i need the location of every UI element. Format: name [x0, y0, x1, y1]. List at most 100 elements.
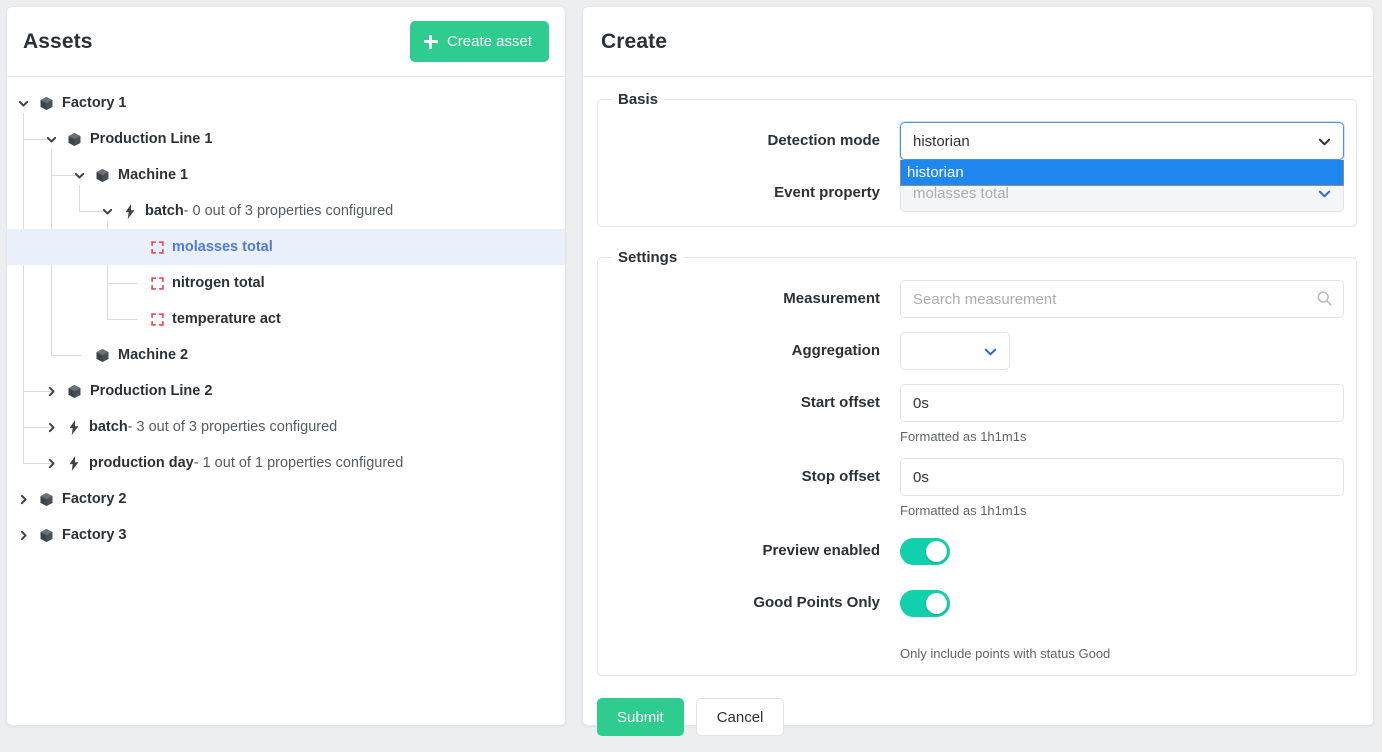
chevron-down-icon[interactable] [15, 95, 31, 111]
good-points-only-label: Good Points Only [753, 594, 880, 611]
asset-tree: Factory 1 Production Line 1 Machine 1 batch… [7, 77, 565, 725]
chevron-right-icon[interactable] [15, 491, 31, 507]
cube-icon [67, 384, 82, 399]
bolt-icon [67, 419, 81, 435]
tree-node-nitrogen[interactable]: nitrogen total [7, 265, 565, 301]
cancel-button[interactable]: Cancel [695, 698, 785, 736]
measurement-label: Measurement [783, 290, 880, 307]
good-points-only-toggle[interactable] [900, 590, 950, 617]
detection-mode-value: historian [913, 132, 970, 150]
tree-node-label: Machine 2 [118, 347, 189, 363]
tree-node-label: Factory 2 [62, 491, 127, 507]
event-property-value: molasses total [913, 184, 1009, 202]
start-offset-label: Start offset [800, 394, 880, 411]
stop-offset-input[interactable] [900, 458, 1344, 496]
tree-node-label: nitrogen total [172, 275, 265, 291]
tree-node-temp[interactable]: temperature act [7, 301, 565, 337]
chevron-down-icon [1317, 123, 1332, 159]
tree-node-meta: - 0 out of 3 properties configured [183, 203, 394, 219]
property-icon [151, 312, 164, 326]
measurement-search-input[interactable] [900, 280, 1344, 318]
assets-panel: Assets Create asset Factory 1 Production … [6, 6, 566, 726]
aggregation-select[interactable] [900, 332, 1010, 370]
good-points-only-hint: Only include points with status Good [900, 646, 1111, 661]
property-icon [151, 276, 164, 290]
create-asset-label: Create asset [446, 33, 532, 50]
submit-button[interactable]: Submit [597, 698, 684, 736]
tree-node-label: Factory 3 [62, 527, 127, 543]
chevron-right-icon[interactable] [43, 455, 59, 471]
tree-node-label: Production Line 2 [90, 383, 213, 399]
tree-node-label: production day [89, 455, 194, 471]
chevron-down-icon[interactable] [99, 203, 115, 219]
detection-mode-option-list[interactable]: historian [900, 160, 1344, 186]
preview-enabled-row: Preview enabled [610, 532, 1344, 570]
tree-node-label: Production Line 1 [90, 131, 213, 147]
toggle-knob [926, 541, 947, 562]
tree-node-pline1[interactable]: Production Line 1 [7, 121, 565, 157]
tree-node-label: Factory 1 [62, 95, 127, 111]
good-points-only-row: Good Points Only Only include points wit… [610, 584, 1344, 661]
stop-offset-hint: Formatted as 1h1m1s [900, 503, 1027, 518]
create-panel: Create Basis Detection mode historian hi… [582, 6, 1374, 736]
cube-icon [95, 168, 110, 183]
cube-icon [39, 96, 54, 111]
basis-group: Basis Detection mode historian historian [597, 91, 1357, 227]
start-offset-input[interactable] [900, 384, 1344, 422]
tree-rows: Factory 1 Production Line 1 Machine 1 batch… [7, 85, 565, 553]
chevron-down-icon[interactable] [71, 167, 87, 183]
tree-node-machine1[interactable]: Machine 1 [7, 157, 565, 193]
search-icon [1316, 290, 1333, 312]
tree-node-factory1[interactable]: Factory 1 [7, 85, 565, 121]
detection-mode-option-historian[interactable]: historian [901, 160, 1343, 185]
tree-node-pline2[interactable]: Production Line 2 [7, 373, 565, 409]
tree-node-label: molasses total [172, 239, 273, 255]
aggregation-label: Aggregation [791, 342, 880, 359]
detection-mode-row: Detection mode historian historian [610, 122, 1344, 186]
chevron-right-icon[interactable] [43, 383, 59, 399]
assets-panel-header: Assets Create asset [7, 7, 565, 77]
tree-node-label: batch [145, 203, 184, 219]
start-offset-hint: Formatted as 1h1m1s [900, 429, 1027, 444]
tree-node-batch2[interactable]: batch - 3 out of 3 properties configured [7, 409, 565, 445]
event-property-label: Event property [774, 184, 880, 201]
page-title: Assets [23, 29, 93, 53]
basis-legend: Basis [618, 91, 659, 108]
property-icon [151, 240, 164, 254]
stop-offset-label: Stop offset [801, 468, 880, 485]
create-title: Create [601, 29, 667, 53]
start-offset-row: Start offset Formatted as 1h1m1s [610, 384, 1344, 444]
toggle-knob [926, 593, 947, 614]
tree-node-machine2[interactable]: Machine 2 [7, 337, 565, 373]
tree-node-factory2[interactable]: Factory 2 [7, 481, 565, 517]
create-asset-button[interactable]: Create asset [409, 21, 549, 62]
cube-icon [95, 348, 110, 363]
app-root: Assets Create asset Factory 1 Production … [0, 0, 1382, 736]
tree-node-meta: - 1 out of 1 properties configured [193, 455, 404, 471]
cube-icon [67, 132, 82, 147]
tree-node-label: batch [89, 419, 128, 435]
tree-node-molasses[interactable]: molasses total [7, 229, 565, 265]
detection-mode-select[interactable]: historian [900, 122, 1344, 160]
chevron-right-icon[interactable] [43, 419, 59, 435]
detection-mode-label: Detection mode [767, 132, 880, 149]
tree-node-label: temperature act [172, 311, 281, 327]
plus-icon [423, 34, 438, 49]
chevron-right-icon[interactable] [15, 527, 31, 543]
tree-node-prodday[interactable]: production day - 1 out of 1 properties c… [7, 445, 565, 481]
preview-enabled-label: Preview enabled [762, 542, 880, 559]
settings-group: Settings Measurement Aggregation [597, 249, 1357, 676]
create-panel-header: Create [583, 7, 1373, 77]
form-actions: Submit Cancel [583, 698, 1373, 752]
tree-node-meta: - 3 out of 3 properties configured [127, 419, 338, 435]
preview-enabled-toggle[interactable] [900, 538, 950, 565]
chevron-down-icon[interactable] [43, 131, 59, 147]
settings-legend: Settings [618, 249, 678, 266]
tree-node-batch1[interactable]: batch - 0 out of 3 properties configured [7, 193, 565, 229]
bolt-icon [67, 455, 81, 471]
stop-offset-row: Stop offset Formatted as 1h1m1s [610, 458, 1344, 518]
chevron-down-icon [983, 333, 998, 369]
aggregation-row: Aggregation [610, 332, 1344, 370]
tree-node-label: Machine 1 [118, 167, 189, 183]
tree-node-factory3[interactable]: Factory 3 [7, 517, 565, 553]
